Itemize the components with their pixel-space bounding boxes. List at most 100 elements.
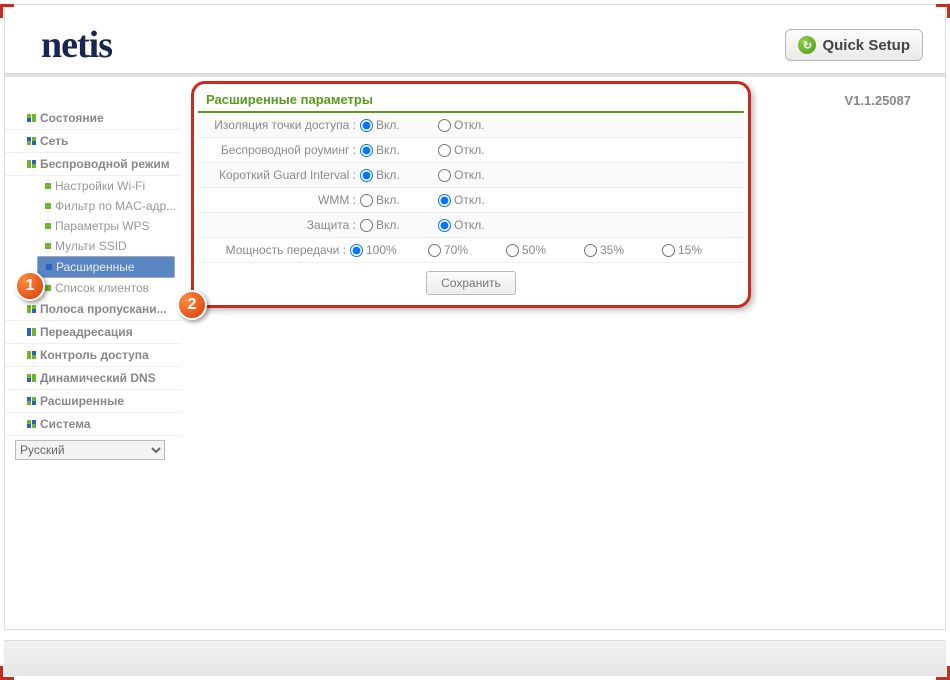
radio-input[interactable] — [350, 244, 363, 257]
radio-input[interactable] — [360, 194, 373, 207]
radio-txpower-15[interactable]: 15% — [662, 243, 740, 257]
sidebar-item-label: Сеть — [40, 134, 68, 148]
menu-icon — [27, 351, 36, 360]
radio-label: 100% — [366, 243, 397, 257]
radio-label: Откл. — [454, 118, 485, 132]
radio-input[interactable] — [360, 169, 373, 182]
field-label: WMM : — [202, 193, 360, 207]
corner-icon — [0, 4, 14, 18]
corner-icon — [0, 666, 14, 680]
language-select[interactable]: Русский — [15, 440, 165, 460]
sidebar-sub-wifi-settings[interactable]: Настройки Wi-Fi — [5, 176, 181, 196]
sidebar: Состояние Сеть Беспроводной режим Настро… — [5, 77, 181, 631]
menu-icon — [27, 305, 36, 314]
radio-input[interactable] — [584, 244, 597, 257]
radio-input[interactable] — [438, 144, 451, 157]
field-label: Короткий Guard Interval : — [202, 168, 360, 182]
radio-short-gi-on[interactable]: Вкл. — [360, 168, 438, 182]
radio-wmm-on[interactable]: Вкл. — [360, 193, 438, 207]
sidebar-item-label: Фильтр по MAC-адр... — [55, 199, 176, 213]
menu-icon — [27, 420, 36, 429]
sidebar-item-label: Беспроводной режим — [40, 157, 170, 171]
footer-bar — [4, 640, 946, 676]
sidebar-sub-mac-filter[interactable]: Фильтр по MAC-адр... — [5, 196, 181, 216]
sidebar-item-label: Список клиентов — [55, 281, 149, 295]
sidebar-item-advanced[interactable]: Расширенные — [5, 390, 181, 413]
row-wmm: WMM : Вкл. Откл. — [198, 188, 744, 213]
sidebar-sub-multi-ssid[interactable]: Мульти SSID — [5, 236, 181, 256]
sidebar-item-access-control[interactable]: Контроль доступа — [5, 344, 181, 367]
radio-label: 50% — [522, 243, 546, 257]
submenu-icon — [45, 243, 51, 249]
sidebar-sub-advanced[interactable]: Расширенные — [37, 256, 175, 278]
sidebar-item-bandwidth[interactable]: Полоса пропускани... — [5, 298, 181, 321]
sidebar-item-label: Расширенные — [40, 394, 124, 408]
radio-protection-on[interactable]: Вкл. — [360, 218, 438, 232]
field-label: Мощность передачи : — [202, 243, 350, 257]
advanced-settings-panel: Расширенные параметры Изоляция точки дос… — [191, 81, 751, 308]
sidebar-item-network[interactable]: Сеть — [5, 130, 181, 153]
radio-protection-off[interactable]: Откл. — [438, 218, 516, 232]
radio-label: Откл. — [454, 143, 485, 157]
radio-label: Вкл. — [376, 118, 400, 132]
row-ap-isolation: Изоляция точки доступа : Вкл. Откл. — [198, 113, 744, 138]
radio-wmm-off[interactable]: Откл. — [438, 193, 516, 207]
row-tx-power: Мощность передачи : 100% 70% 50% 35% 15% — [198, 238, 744, 263]
sidebar-item-label: Контроль доступа — [40, 348, 149, 362]
radio-input[interactable] — [662, 244, 675, 257]
logo: netis — [41, 23, 112, 67]
annotation-badge-2: 2 — [177, 290, 207, 320]
sidebar-item-label: Полоса пропускани... — [40, 302, 167, 316]
sidebar-sub-wps[interactable]: Параметры WPS — [5, 216, 181, 236]
radio-label: Откл. — [454, 168, 485, 182]
radio-input[interactable] — [506, 244, 519, 257]
menu-icon — [27, 328, 36, 337]
sidebar-item-status[interactable]: Состояние — [5, 107, 181, 130]
radio-input[interactable] — [438, 119, 451, 132]
radio-label: Откл. — [454, 218, 485, 232]
radio-short-gi-off[interactable]: Откл. — [438, 168, 516, 182]
corner-icon — [936, 666, 950, 680]
radio-label: 15% — [678, 243, 702, 257]
save-button[interactable]: Сохранить — [426, 271, 516, 295]
submenu-icon — [45, 285, 51, 291]
submenu-icon — [46, 264, 52, 270]
radio-input[interactable] — [438, 194, 451, 207]
menu-icon — [27, 137, 36, 146]
radio-roaming-off[interactable]: Откл. — [438, 143, 516, 157]
radio-input[interactable] — [438, 219, 451, 232]
sidebar-item-label: Мульти SSID — [55, 239, 127, 253]
radio-txpower-100[interactable]: 100% — [350, 243, 428, 257]
radio-input[interactable] — [360, 119, 373, 132]
refresh-icon: ↻ — [798, 36, 816, 54]
sidebar-item-system[interactable]: Система — [5, 413, 181, 436]
radio-input[interactable] — [360, 219, 373, 232]
radio-txpower-50[interactable]: 50% — [506, 243, 584, 257]
field-label: Беспроводной роуминг : — [202, 143, 360, 157]
sidebar-item-wireless[interactable]: Беспроводной режим — [5, 153, 181, 176]
radio-roaming-on[interactable]: Вкл. — [360, 143, 438, 157]
radio-txpower-70[interactable]: 70% — [428, 243, 506, 257]
radio-label: Вкл. — [376, 143, 400, 157]
row-short-gi: Короткий Guard Interval : Вкл. Откл. — [198, 163, 744, 188]
row-protection: Защита : Вкл. Откл. — [198, 213, 744, 238]
sidebar-item-ddns[interactable]: Динамический DNS — [5, 367, 181, 390]
radio-input[interactable] — [438, 169, 451, 182]
sidebar-item-label: Динамический DNS — [40, 371, 156, 385]
menu-icon — [27, 397, 36, 406]
radio-ap-isolation-on[interactable]: Вкл. — [360, 118, 438, 132]
sidebar-item-forwarding[interactable]: Переадресация — [5, 321, 181, 344]
quick-setup-button[interactable]: ↻ Quick Setup — [785, 29, 923, 61]
panel-title: Расширенные параметры — [198, 86, 744, 113]
radio-ap-isolation-off[interactable]: Откл. — [438, 118, 516, 132]
radio-txpower-35[interactable]: 35% — [584, 243, 662, 257]
submenu-icon — [45, 203, 51, 209]
corner-icon — [936, 4, 950, 18]
menu-icon — [27, 160, 36, 169]
submenu-icon — [45, 183, 51, 189]
radio-input[interactable] — [428, 244, 441, 257]
radio-label: 70% — [444, 243, 468, 257]
radio-label: Вкл. — [376, 193, 400, 207]
radio-input[interactable] — [360, 144, 373, 157]
sidebar-item-label: Расширенные — [56, 260, 135, 274]
